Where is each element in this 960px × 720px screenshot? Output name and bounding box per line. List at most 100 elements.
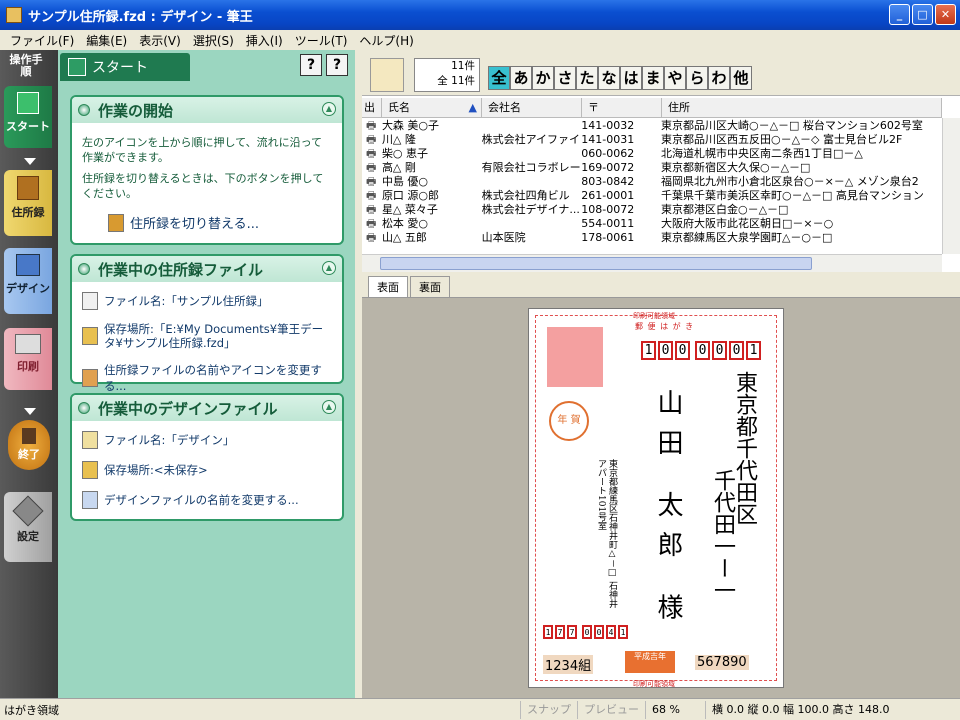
collapse-icon[interactable]: ▲ bbox=[322, 261, 336, 275]
kana-tab[interactable]: や bbox=[664, 66, 686, 90]
scroll-thumb[interactable] bbox=[380, 257, 812, 270]
whats-this-button[interactable]: ? bbox=[300, 54, 322, 76]
kana-tab[interactable]: 他 bbox=[730, 66, 752, 90]
tab-back[interactable]: 裏面 bbox=[410, 276, 450, 297]
zip-digit: 1 bbox=[746, 341, 761, 360]
addressbook-filename-link[interactable]: ファイル名:「サンプル住所録」 bbox=[72, 282, 342, 316]
collapse-icon[interactable]: ▲ bbox=[322, 400, 336, 414]
help-button[interactable]: ? bbox=[326, 54, 348, 76]
preview-toggle[interactable]: プレビュー bbox=[577, 700, 645, 719]
column-header[interactable]: 氏名 ▲ bbox=[382, 98, 482, 117]
column-header[interactable]: 会社名 bbox=[482, 98, 582, 117]
rename-design-link[interactable]: デザインファイルの名前を変更する... bbox=[72, 485, 342, 515]
column-header[interactable]: 〒 bbox=[582, 98, 662, 117]
table-row[interactable]: 🖶 松本 愛○ 554-0011 大阪府大阪市此花区朝日□－×－○ bbox=[362, 217, 940, 231]
table-row[interactable]: 🖶 原口 源○郎 株式会社四角ビル 261-0001 千葉県千葉市美浜区幸町○－△－□ … bbox=[362, 189, 940, 203]
menu-file[interactable]: ファイル(F) bbox=[4, 32, 80, 49]
maximize-button[interactable]: □ bbox=[912, 4, 933, 25]
cell-company bbox=[482, 147, 582, 161]
menu-tools[interactable]: ツール(T) bbox=[289, 32, 354, 49]
nav-arrow-icon bbox=[24, 408, 36, 415]
address-grid: 🖶 大森 美○子 141-0032 東京都品川区大崎○－△－□ 桜台マンション602号… bbox=[362, 119, 940, 252]
cell-address: 北海道札幌市中央区南二条西1丁目□－△ bbox=[660, 147, 863, 160]
row-icon: 🖶 bbox=[366, 147, 377, 160]
switch-addressbook-link[interactable]: 住所録を切り替える... bbox=[72, 207, 342, 238]
table-row[interactable]: 🖶 中島 優○ 803-0842 福岡県北九州市小倉北区泉台○－×－△ メゾン泉台2 bbox=[362, 175, 940, 189]
panel-current-addressbook: 作業中の住所録ファイル ▲ ファイル名:「サンプル住所録」 保存場所:「E:¥M… bbox=[70, 254, 344, 393]
design-icon bbox=[16, 254, 40, 276]
menu-view[interactable]: 表示(V) bbox=[133, 32, 187, 49]
title-bar: サンプル住所録.fzd : デザイン - 筆王 _ □ ✕ bbox=[0, 0, 960, 30]
cell-zip: 060-0062 bbox=[581, 147, 635, 160]
menu-select[interactable]: 選択(S) bbox=[187, 32, 240, 49]
kana-tab[interactable]: さ bbox=[554, 66, 576, 90]
nav-design-button[interactable]: デザイン bbox=[4, 248, 52, 314]
document-icon bbox=[82, 292, 98, 310]
kana-tab[interactable]: 全 bbox=[488, 66, 510, 90]
nav-settings-button[interactable]: 設定 bbox=[4, 492, 52, 562]
record-count: 11件 全 11件 bbox=[414, 58, 480, 92]
nav-start-button[interactable]: スタート bbox=[4, 86, 52, 148]
zip-digit: 4 bbox=[606, 625, 616, 639]
design-location-link[interactable]: 保存場所:<未保存> bbox=[72, 455, 342, 485]
table-row[interactable]: 🖶 大森 美○子 141-0032 東京都品川区大崎○－△－□ 桜台マンション602号… bbox=[362, 119, 940, 133]
snap-toggle[interactable]: スナップ bbox=[520, 700, 577, 719]
table-row[interactable]: 🖶 山△ 五郎 山本医院 178-0061 東京都練馬区大泉学園町△－○－□ bbox=[362, 231, 940, 245]
column-header[interactable]: 出 bbox=[362, 98, 382, 117]
zip-digit: 0 bbox=[594, 625, 604, 639]
cell-address: 東京都港区白金○－△－□ bbox=[660, 203, 789, 216]
horizontal-scrollbar[interactable] bbox=[362, 254, 942, 272]
row-icon: 🖶 bbox=[366, 175, 377, 188]
menu-bar: ファイル(F) 編集(E) 表示(V) 選択(S) 挿入(I) ツール(T) ヘ… bbox=[0, 30, 960, 50]
row-icon: 🖶 bbox=[366, 189, 377, 202]
nav-address-button[interactable]: 住所録 bbox=[4, 170, 52, 236]
table-row[interactable]: 🖶 柴○ 恵子 060-0062 北海道札幌市中央区南二条西1丁目□－△ bbox=[362, 147, 940, 161]
kana-tab[interactable]: た bbox=[576, 66, 598, 90]
column-header[interactable]: 住所 bbox=[662, 98, 942, 117]
table-row[interactable]: 🖶 川△ 隆 株式会社アイファイブ 141-0031 東京都品川区西五反田○－△－◇ 富… bbox=[362, 133, 940, 147]
kana-tab[interactable]: な bbox=[598, 66, 620, 90]
menu-help[interactable]: ヘルプ(H) bbox=[353, 32, 419, 49]
design-filename-link[interactable]: ファイル名:「デザイン」 bbox=[72, 421, 342, 455]
postcard-preview[interactable]: 印刷可能領域 郵 便 は が き 年 賀 1000001 東京都千代田区 千代田… bbox=[528, 308, 784, 688]
nav-print-label: 印刷 bbox=[17, 360, 39, 373]
kana-tab[interactable]: ま bbox=[642, 66, 664, 90]
start-icon bbox=[68, 58, 86, 76]
lottery-number-right: 567890 bbox=[695, 655, 749, 670]
app-icon bbox=[6, 7, 22, 23]
bullet-icon bbox=[78, 402, 90, 414]
window-title: サンプル住所録.fzd : デザイン - 筆王 bbox=[28, 9, 253, 25]
cell-name: 柴○ 恵子 bbox=[381, 147, 429, 160]
nav-exit-button[interactable]: 終了 bbox=[8, 420, 50, 470]
kana-tab[interactable]: か bbox=[532, 66, 554, 90]
kana-tab[interactable]: あ bbox=[510, 66, 532, 90]
row-icon: 🖶 bbox=[366, 231, 377, 244]
cell-company: 山本医院 bbox=[481, 231, 526, 244]
addressbook-location-link[interactable]: 保存場所:「E:¥My Documents¥筆王データ¥サンプル住所録.fzd」 bbox=[72, 316, 342, 356]
table-row[interactable]: 🖶 高△ 剛 有限会社コラボレー... 169-0072 東京都新宿区大久保○－△－□ bbox=[362, 161, 940, 175]
cell-name: 松本 愛○ bbox=[381, 217, 429, 230]
cell-zip: 803-0842 bbox=[581, 175, 635, 188]
tab-front[interactable]: 表面 bbox=[368, 276, 408, 297]
close-button[interactable]: ✕ bbox=[935, 4, 956, 25]
zip-digit: 0 bbox=[675, 341, 690, 360]
table-row[interactable]: 🖶 星△ 菜々子 株式会社デザイナ... 108-0072 東京都港区白金○－△－□ bbox=[362, 203, 940, 217]
menu-insert[interactable]: 挿入(I) bbox=[240, 32, 289, 49]
kana-tab[interactable]: ら bbox=[686, 66, 708, 90]
zip-digit: 0 bbox=[729, 341, 744, 360]
task-tab-start[interactable]: スタート bbox=[60, 53, 190, 81]
row-icon: 🖶 bbox=[366, 133, 377, 146]
zip-digit: 1 bbox=[618, 625, 628, 639]
nav-print-button[interactable]: 印刷 bbox=[4, 328, 52, 390]
kana-tab[interactable]: は bbox=[620, 66, 642, 90]
collapse-icon[interactable]: ▲ bbox=[322, 102, 336, 116]
step-nav: 操作手順 スタート 住所録 デザイン 印刷 終了 設定 bbox=[0, 50, 58, 698]
recipient-name: 山田 太郎 様 bbox=[653, 389, 683, 634]
minimize-button[interactable]: _ bbox=[889, 4, 910, 25]
addressbook-menu-button[interactable] bbox=[370, 58, 404, 92]
vertical-scrollbar[interactable] bbox=[942, 118, 960, 254]
kana-tab[interactable]: わ bbox=[708, 66, 730, 90]
menu-edit[interactable]: 編集(E) bbox=[80, 32, 133, 49]
nav-address-label: 住所録 bbox=[11, 206, 45, 219]
zip-digit: 0 bbox=[658, 341, 673, 360]
